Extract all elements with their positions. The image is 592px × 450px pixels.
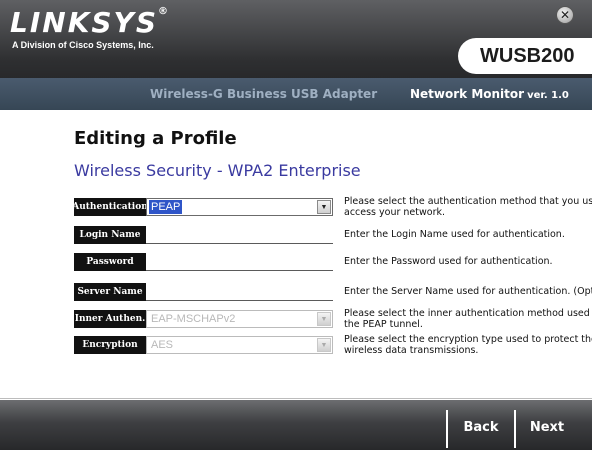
footer-separator <box>514 410 516 448</box>
password-label: Password <box>74 253 146 271</box>
close-icon[interactable]: ✕ <box>556 6 574 24</box>
inner-authen-select[interactable]: EAP-MSCHAPv2 ▼ <box>146 310 333 328</box>
network-monitor-title: Network Monitor ver. 1.0 <box>410 87 569 101</box>
login-name-description: Enter the Login Name used for authentica… <box>344 229 565 240</box>
server-name-description: Enter the Server Name used for authentic… <box>344 286 592 297</box>
monitor-name-text: Network Monitor <box>410 87 525 101</box>
footer-divider <box>0 398 592 399</box>
model-tab: WUSB200 <box>458 38 592 74</box>
section-title: Wireless Security - WPA2 Enterprise <box>74 161 361 180</box>
next-button[interactable]: Next <box>518 414 576 440</box>
inner-authen-label: Inner Authen. <box>74 310 146 328</box>
footer-separator <box>446 410 448 448</box>
authentication-row: Authentication PEAP ▼ Please select the … <box>74 196 592 220</box>
inner-authen-row: Inner Authen. EAP-MSCHAPv2 ▼ Please sele… <box>74 308 592 332</box>
authentication-label: Authentication <box>74 198 146 216</box>
page-title: Editing a Profile <box>74 128 237 149</box>
profile-editor-window: LINKSYS® A Division of Cisco Systems, In… <box>0 0 592 450</box>
server-name-row: Server Name Enter the Server Name used f… <box>74 281 592 305</box>
logo-subtitle: A Division of Cisco Systems, Inc. <box>12 40 154 50</box>
product-name: Wireless-G Business USB Adapter <box>150 87 378 101</box>
inner-authen-description: Please select the inner authentication m… <box>344 308 592 330</box>
logo-registered-mark: ® <box>158 6 170 17</box>
password-row: Password Enter the Password used for aut… <box>74 251 574 275</box>
encryption-label: Encryption <box>74 336 146 354</box>
authentication-description: Please select the authentication method … <box>344 196 592 218</box>
authentication-select[interactable]: PEAP ▼ <box>146 198 333 216</box>
encryption-description: Please select the encryption type used t… <box>344 334 592 356</box>
chevron-down-icon[interactable]: ▼ <box>317 200 331 214</box>
server-name-field[interactable] <box>146 283 333 301</box>
encryption-select[interactable]: AES ▼ <box>146 336 333 354</box>
password-field[interactable] <box>146 253 333 271</box>
linksys-logo: LINKSYS® <box>10 6 170 39</box>
encryption-row: Encryption AES ▼ Please select the encry… <box>74 334 592 358</box>
inner-authen-value: EAP-MSCHAPv2 <box>151 313 236 325</box>
login-name-label: Login Name <box>74 226 146 244</box>
login-name-row: Login Name Enter the Login Name used for… <box>74 224 574 248</box>
password-description: Enter the Password used for authenticati… <box>344 256 553 267</box>
logo-text: LINKSYS <box>10 6 158 39</box>
chevron-down-icon[interactable]: ▼ <box>317 338 331 352</box>
server-name-label: Server Name <box>74 283 146 301</box>
authentication-value: PEAP <box>149 200 183 214</box>
encryption-value: AES <box>151 339 174 351</box>
version-label: ver. 1.0 <box>527 90 569 101</box>
login-name-field[interactable] <box>146 226 333 244</box>
chevron-down-icon[interactable]: ▼ <box>317 312 331 326</box>
back-button[interactable]: Back <box>452 414 510 440</box>
